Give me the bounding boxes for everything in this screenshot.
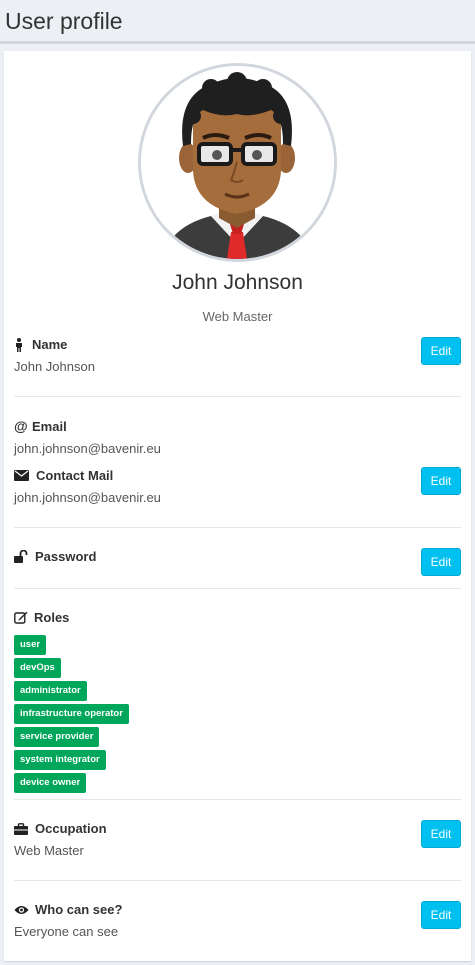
password-label: Password bbox=[35, 549, 97, 564]
at-icon: @ bbox=[14, 418, 28, 434]
avatar-illustration bbox=[141, 66, 334, 259]
profile-subtitle: Web Master bbox=[202, 309, 273, 324]
person-icon bbox=[14, 337, 32, 352]
role-tag: devOps bbox=[14, 658, 61, 678]
avatar bbox=[138, 63, 337, 262]
visibility-value: Everyone can see bbox=[14, 924, 119, 939]
contact-mail-section: Contact Mail john.johnson@bavenir.eu Edi… bbox=[14, 467, 461, 505]
occupation-value: Web Master bbox=[14, 843, 84, 858]
role-tag: device owner bbox=[14, 773, 87, 793]
role-tag: user bbox=[14, 635, 47, 655]
profile-name: John Johnson bbox=[172, 271, 303, 294]
divider bbox=[14, 880, 461, 881]
email-label-row: @ Email bbox=[14, 418, 461, 434]
profile-card: John Johnson Web Master Name John Johnso… bbox=[4, 51, 471, 961]
visibility-section: Who can see? Everyone can see Edit bbox=[14, 901, 461, 939]
roles-label-row: Roles bbox=[14, 610, 461, 625]
page-header: User profile bbox=[0, 0, 475, 44]
occupation-section: Occupation Web Master Edit bbox=[14, 820, 461, 858]
visibility-label: Who can see? bbox=[35, 902, 123, 917]
roles-list: user devOps administrator infrastructure… bbox=[14, 635, 461, 793]
edit-occupation-button[interactable]: Edit bbox=[421, 820, 461, 848]
email-label: Email bbox=[32, 418, 67, 434]
roles-section: Roles user devOps administrator infrastr… bbox=[14, 610, 461, 796]
name-section: Name John Johnson Edit bbox=[14, 337, 461, 374]
roles-label: Roles bbox=[34, 610, 70, 625]
briefcase-icon bbox=[14, 822, 35, 835]
role-tag: system integrator bbox=[14, 750, 106, 770]
visibility-label-row: Who can see? bbox=[14, 902, 461, 917]
divider bbox=[14, 527, 461, 528]
edit-visibility-button[interactable]: Edit bbox=[421, 901, 461, 929]
edit-icon bbox=[14, 611, 34, 624]
divider bbox=[14, 396, 461, 397]
divider bbox=[14, 588, 461, 589]
password-section: Password Edit bbox=[14, 548, 461, 576]
occupation-label: Occupation bbox=[35, 821, 107, 836]
edit-password-button[interactable]: Edit bbox=[421, 548, 461, 576]
contact-mail-value: john.johnson@bavenir.eu bbox=[14, 490, 161, 505]
email-section: @ Email john.johnson@bavenir.eu bbox=[14, 418, 461, 456]
eye-icon bbox=[14, 905, 35, 915]
contact-mail-label: Contact Mail bbox=[36, 468, 114, 483]
edit-contact-mail-button[interactable]: Edit bbox=[421, 467, 461, 495]
name-value: John Johnson bbox=[14, 359, 95, 374]
contact-label-row: Contact Mail bbox=[14, 468, 461, 483]
unlock-icon bbox=[14, 550, 35, 563]
edit-name-button[interactable]: Edit bbox=[421, 337, 461, 365]
page-title: User profile bbox=[5, 8, 123, 34]
role-tag: service provider bbox=[14, 727, 100, 747]
envelope-icon bbox=[14, 470, 36, 481]
email-value: john.johnson@bavenir.eu bbox=[14, 441, 161, 456]
name-label: Name bbox=[32, 337, 68, 352]
role-tag: infrastructure operator bbox=[14, 704, 129, 724]
name-label-row: Name bbox=[14, 337, 461, 352]
role-tag: administrator bbox=[14, 681, 87, 701]
occupation-label-row: Occupation bbox=[14, 821, 461, 836]
divider bbox=[14, 799, 461, 800]
password-label-row: Password bbox=[14, 549, 461, 564]
